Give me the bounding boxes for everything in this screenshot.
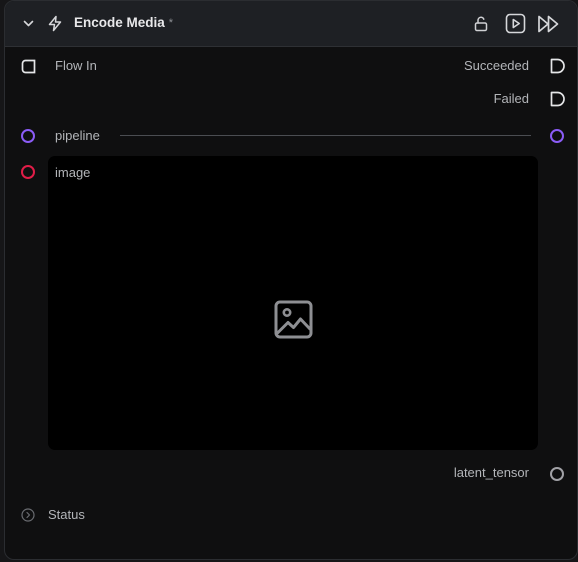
- pipeline-divider: [120, 135, 531, 136]
- node-title: Encode Media *: [74, 15, 173, 30]
- failed-label: Failed: [493, 91, 529, 106]
- unlock-icon[interactable]: [473, 15, 489, 32]
- lightning-bolt-icon: [47, 15, 63, 32]
- encode-media-node[interactable]: Encode Media * Flow In Succeeded Failed …: [4, 0, 578, 560]
- fast-forward-icon[interactable]: [537, 14, 561, 34]
- modified-marker: *: [168, 17, 174, 29]
- play-icon[interactable]: [505, 13, 526, 34]
- image-label: image: [55, 165, 91, 180]
- latent-tensor-output-port[interactable]: [550, 467, 564, 481]
- failed-port[interactable]: [550, 91, 566, 107]
- image-icon: [274, 300, 313, 339]
- pipeline-output-port[interactable]: [550, 129, 564, 143]
- succeeded-label: Succeeded: [463, 58, 529, 73]
- image-preview[interactable]: image: [48, 156, 538, 450]
- chevron-down-icon[interactable]: [22, 17, 35, 30]
- chevron-right-circle-icon[interactable]: [21, 508, 35, 522]
- status-label[interactable]: Status: [48, 507, 85, 523]
- node-header[interactable]: Encode Media *: [5, 1, 577, 47]
- flow-in-port[interactable]: [21, 59, 36, 74]
- node-title-text: Encode Media: [74, 15, 165, 30]
- flow-in-label: Flow In: [55, 58, 97, 73]
- pipeline-label: pipeline: [55, 128, 100, 143]
- pipeline-input-port[interactable]: [21, 129, 35, 143]
- succeeded-port[interactable]: [550, 58, 566, 74]
- latent-tensor-label: latent_tensor: [453, 465, 529, 480]
- image-input-port[interactable]: [21, 165, 35, 179]
